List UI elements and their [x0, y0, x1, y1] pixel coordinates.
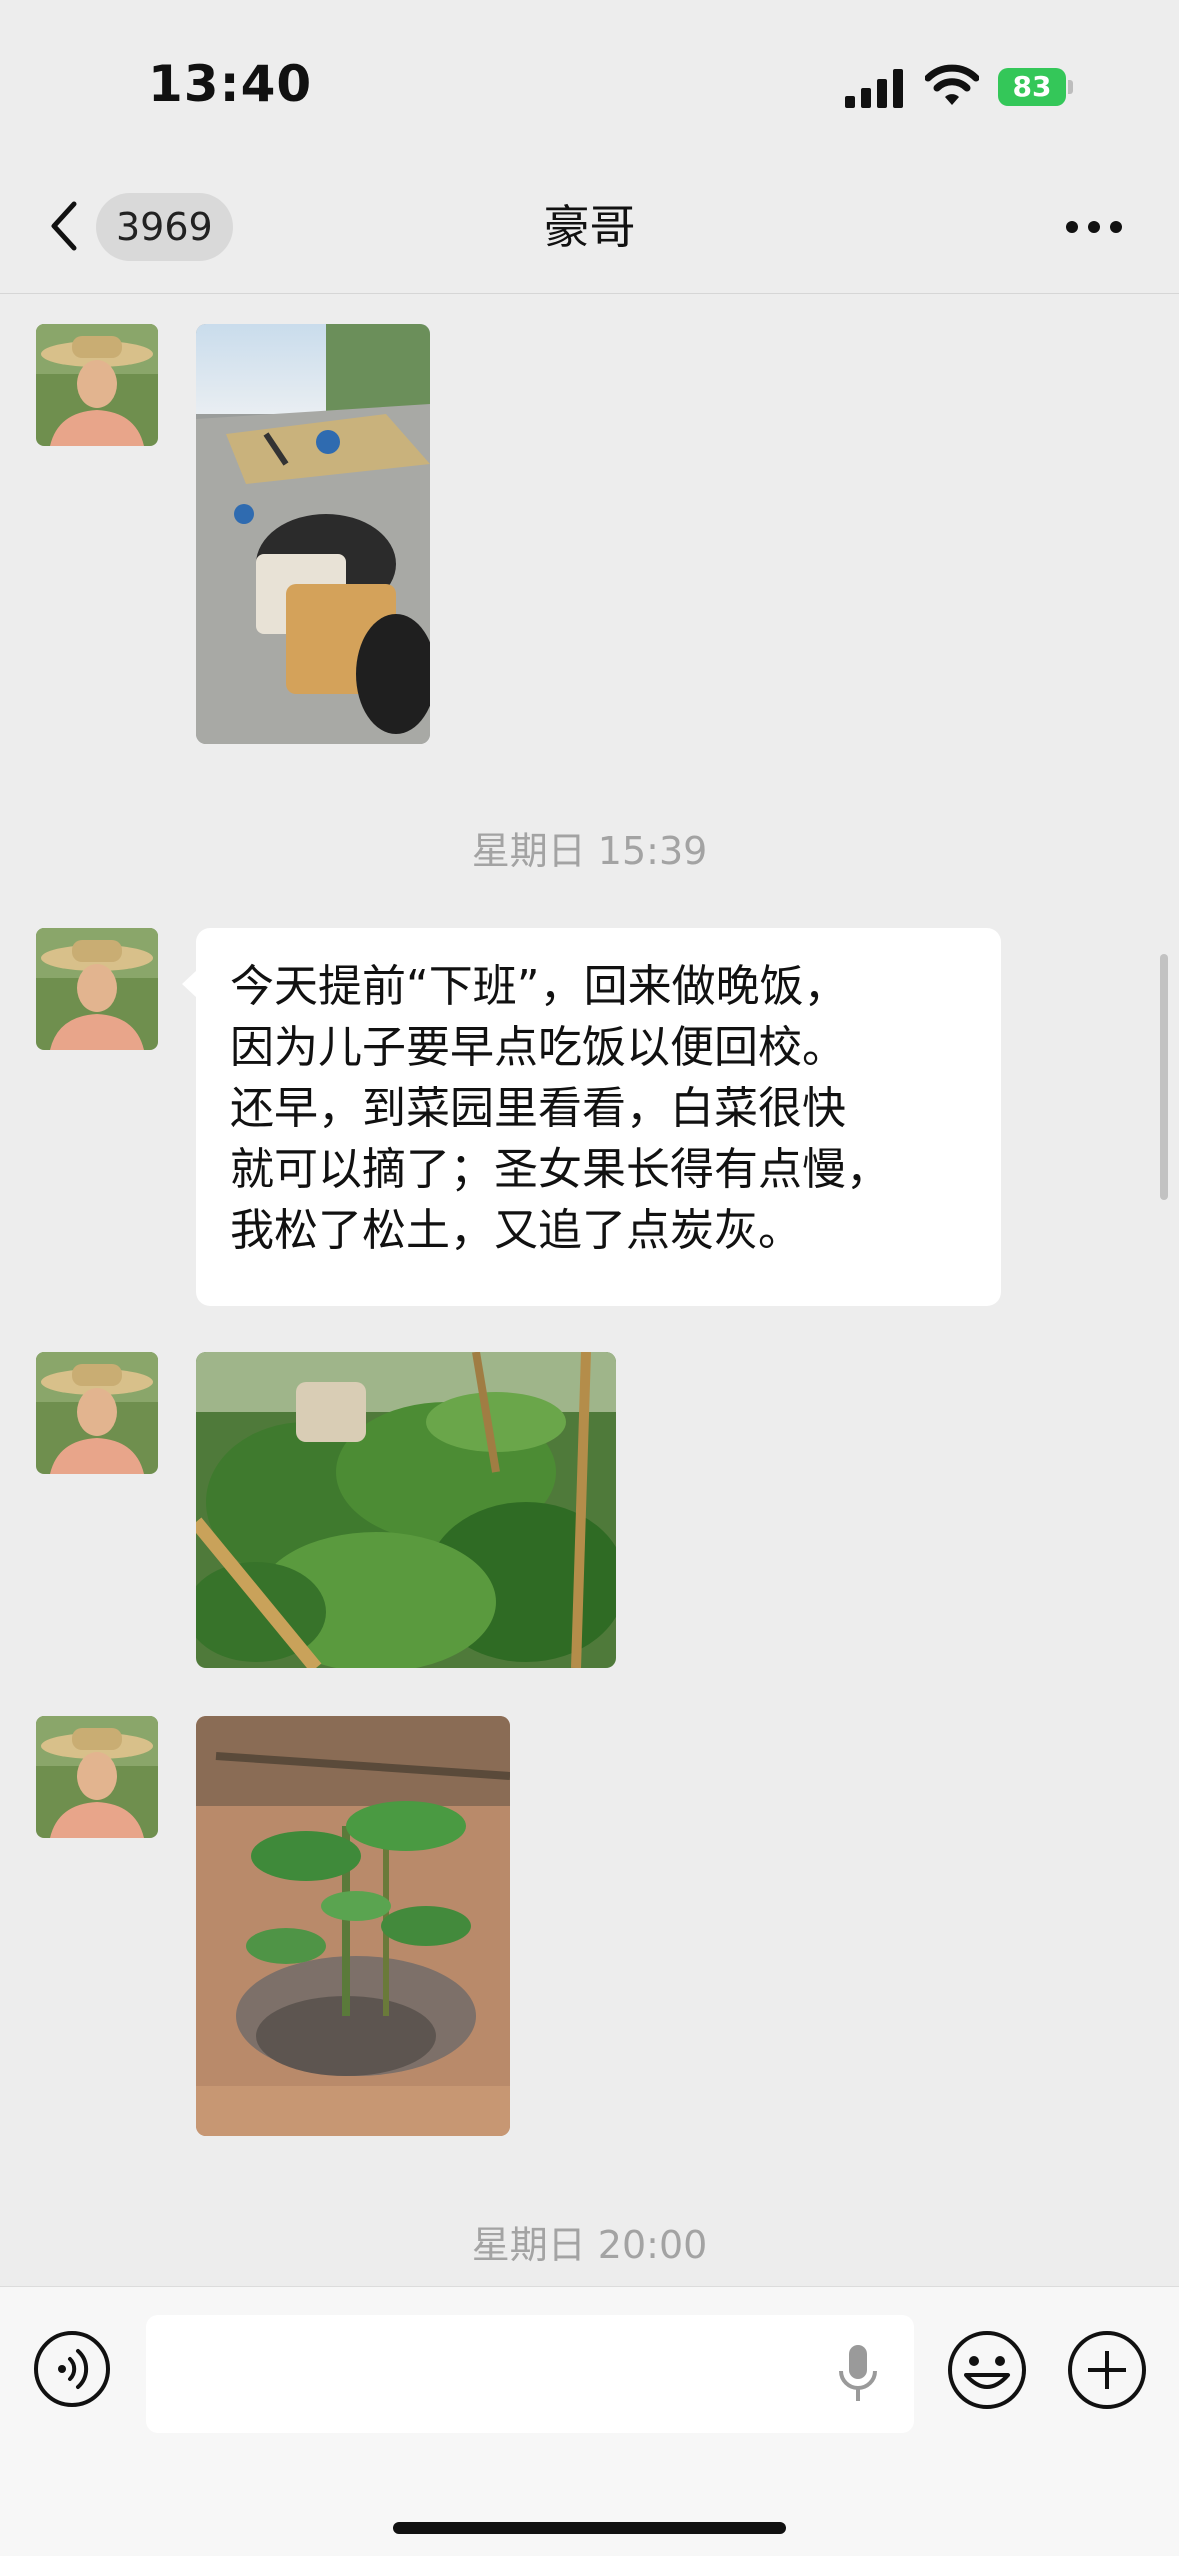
input-bar: [0, 2286, 1179, 2556]
home-indicator[interactable]: [393, 2522, 786, 2534]
plus-icon[interactable]: [1066, 2329, 1148, 2411]
scroll-indicator[interactable]: [1160, 954, 1168, 1200]
more-dots-icon[interactable]: [1064, 205, 1124, 249]
sender-avatar[interactable]: [36, 1352, 158, 1474]
signal-icon: [845, 68, 905, 108]
back-chevron-icon[interactable]: [44, 196, 84, 256]
voice-icon[interactable]: [32, 2329, 112, 2409]
message-line: 因为儿子要早点吃饭以便回校。: [230, 1022, 846, 1073]
bok-choy-photo[interactable]: [196, 1352, 616, 1668]
status-time: 13:40: [148, 55, 313, 113]
timestamp: 星期日 20:00: [471, 2223, 708, 2267]
tomato-seedling-photo[interactable]: [196, 1716, 510, 2136]
status-bar: 13:40 83: [0, 0, 1179, 160]
sender-avatar[interactable]: [36, 928, 158, 1050]
message-line: 我松了松土，又追了点炭灰。: [230, 1205, 802, 1256]
scooter-photo[interactable]: [196, 324, 430, 744]
message-line: 还早，到菜园里看看，白菜很快: [230, 1083, 846, 1134]
sender-avatar[interactable]: [36, 324, 158, 446]
timestamp: 星期日 15:39: [471, 829, 708, 873]
chat-header: 豪哥 3969: [0, 160, 1179, 294]
message-line: 就可以摘了；圣女果长得有点慢，: [230, 1144, 890, 1195]
microphone-icon[interactable]: [836, 2343, 880, 2405]
sender-avatar[interactable]: [36, 1716, 158, 1838]
message-bubble[interactable]: 今天提前“下班”，回来做晚饭， 因为儿子要早点吃饭以便回校。 还早，到菜园里看看…: [182, 928, 1001, 1306]
battery-charging-icon: 83: [998, 68, 1073, 106]
emoji-icon[interactable]: [946, 2329, 1028, 2411]
message-input[interactable]: [146, 2315, 914, 2433]
battery-level: 83: [998, 68, 1066, 106]
message-list[interactable]: 星期日 15:39 今天提前“下班”，回来做晚饭， 因为儿子要早点吃饭以便回校。…: [0, 294, 1179, 2286]
unread-count-badge[interactable]: 3969: [96, 193, 233, 261]
wifi-icon: [925, 62, 979, 108]
message-line: 今天提前“下班”，回来做晚饭，: [230, 961, 848, 1012]
